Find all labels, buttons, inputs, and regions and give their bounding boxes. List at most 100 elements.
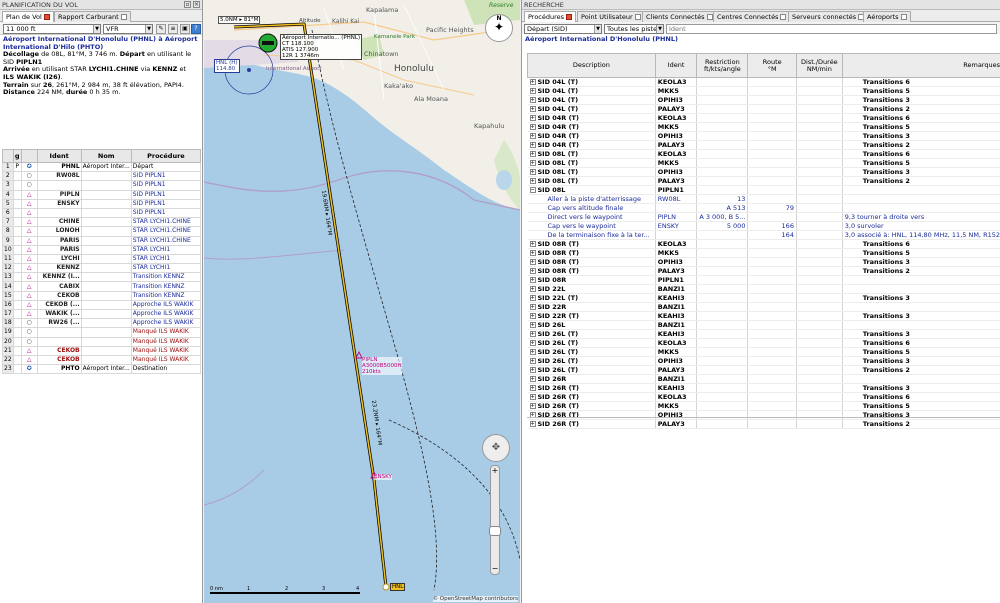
procedure-row[interactable]: + SID 26R (T) KEOLA3 Transitions 6 — [527, 392, 1000, 402]
expand-icon[interactable]: + — [529, 367, 536, 373]
procedure-row[interactable]: + SID 22L (T) KEAHI3 Transitions 3 — [527, 293, 1000, 303]
procedure-row[interactable]: + SID 26L (T) MKK5 Transitions 5 — [527, 347, 1000, 357]
procedure-row[interactable]: + SID 26R BANZI1 — [527, 374, 1000, 384]
col-route[interactable]: Route °M — [747, 53, 797, 78]
procedure-row[interactable]: + SID 22R BANZI1 — [527, 302, 1000, 312]
expand-icon[interactable]: + — [529, 385, 536, 391]
waypoint-hnl-icon[interactable] — [382, 583, 390, 591]
flight-plan-row[interactable]: 19 ○ Manqué ILS WAKIK — [2, 327, 202, 338]
col-ident[interactable]: Ident — [654, 53, 698, 78]
expand-icon[interactable]: + — [529, 358, 536, 364]
col-g[interactable]: g — [12, 149, 22, 163]
procedure-row[interactable]: + SID 04L (T) KEOLA3 Transitions 6 — [527, 77, 1000, 87]
expand-icon[interactable]: + — [529, 259, 536, 265]
zoom-in-button[interactable]: + — [491, 466, 499, 476]
flight-plan-row[interactable]: 5 △ ENSKY SID PIPLN1 — [2, 198, 202, 209]
pan-control[interactable]: ✥ — [482, 434, 510, 462]
flight-plan-row[interactable]: 3 ○ SID PIPLN1 — [2, 180, 202, 191]
expand-icon[interactable]: + — [529, 277, 536, 283]
expand-icon[interactable]: + — [529, 322, 536, 328]
procedure-row[interactable]: + SID 04L (T) PALAY3 Transitions 2 — [527, 104, 1000, 114]
expand-icon[interactable]: + — [529, 169, 536, 175]
expand-icon[interactable]: + — [529, 88, 536, 94]
expand-icon[interactable]: + — [529, 268, 536, 274]
flight-plan-row[interactable]: 20 ○ Manqué ILS WAKIK — [2, 336, 202, 347]
expand-icon[interactable]: + — [529, 394, 536, 400]
edit-icon[interactable]: ✎ — [156, 24, 166, 34]
flight-plan-row[interactable]: 11 △ LYCHI STAR LYCHI1 — [2, 253, 202, 265]
col-restriction[interactable]: Restriction ft/kts/angle — [696, 53, 749, 78]
procedure-row[interactable]: + SID 08R PIPLN1 — [527, 275, 1000, 285]
expand-icon[interactable]: + — [529, 331, 536, 337]
flight-plan-row[interactable]: 4 △ PIPLN SID PIPLN1 — [2, 189, 202, 200]
ident-search-input[interactable] — [666, 24, 997, 34]
flight-plan-row[interactable]: 1 P ✪ PHNL Aéroport Inter... Départ — [2, 161, 202, 173]
flight-rules-combo[interactable]: VFR ▼ — [103, 24, 153, 34]
procedure-row[interactable]: + SID 08R (T) KEOLA3 Transitions 6 — [527, 239, 1000, 249]
expand-icon[interactable]: + — [529, 241, 536, 247]
tab-close-icon[interactable] — [900, 14, 907, 20]
flight-plan-row[interactable]: 2 ○ RW08L SID PIPLN1 — [2, 171, 202, 182]
procedure-row[interactable]: + SID 04R (T) KEOLA3 Transitions 6 — [527, 113, 1000, 123]
col-name[interactable]: Nom — [80, 149, 132, 163]
list-icon[interactable]: ≡ — [168, 24, 178, 34]
expand-icon[interactable]: + — [529, 178, 536, 184]
procedure-row[interactable]: + SID 08L (T) MKK5 Transitions 5 — [527, 158, 1000, 168]
procedure-row[interactable]: + SID 04R (T) OPIHI3 Transitions 3 — [527, 131, 1000, 141]
expand-icon[interactable]: + — [529, 286, 536, 292]
expand-icon[interactable]: + — [529, 340, 536, 346]
expand-icon[interactable]: + — [529, 349, 536, 355]
tab-user-point[interactable]: Point Utilisateur — [577, 11, 645, 22]
procedure-leg-row[interactable]: Cap vers altitude finale A 513 79 — [527, 203, 1000, 213]
flight-plan-row[interactable]: 22 △ CEKOB Manqué ILS WAKIK — [2, 354, 202, 366]
expand-icon[interactable]: + — [529, 160, 536, 166]
procedure-row[interactable]: + SID 08L (T) OPIHI3 Transitions 3 — [527, 167, 1000, 177]
procedure-type-combo[interactable]: Départ (SID) ▼ — [524, 24, 602, 34]
procedure-row[interactable]: + SID 26L (T) PALAY3 Transitions 2 — [527, 365, 1000, 375]
col-description[interactable]: Description — [527, 53, 656, 78]
map-attribution[interactable]: © OpenStreetMap contributors — [432, 596, 518, 602]
flight-plan-row[interactable]: 9 △ PARIS STAR LYCHI1.CHINE — [2, 235, 202, 246]
procedure-row[interactable]: + SID 22R (T) KEAHI3 Transitions 3 — [527, 311, 1000, 321]
altitude-combo[interactable]: 11 000 ft ▼ — [3, 24, 101, 34]
procedure-row[interactable]: + SID 04L (T) OPIHI3 Transitions 3 — [527, 95, 1000, 105]
expand-icon[interactable]: + — [529, 304, 536, 310]
tab-close-icon[interactable] — [706, 14, 713, 20]
flight-plan-row[interactable]: 13 △ KENNZ (I... Transition KENNZ — [2, 272, 202, 283]
procedure-row[interactable]: + SID 26L BANZI1 — [527, 320, 1000, 330]
col-distance[interactable]: Dist./Durée NM/min — [795, 53, 843, 78]
expand-icon[interactable]: + — [529, 79, 536, 85]
procedure-row[interactable]: + SID 04L (T) MKK5 Transitions 5 — [527, 86, 1000, 96]
col-procedure[interactable]: Procédure — [130, 149, 202, 163]
flight-plan-row[interactable]: 12 △ KENNZ STAR LYCHI1 — [2, 263, 202, 274]
flight-plan-row[interactable]: 18 ○ RW26 (... Approche ILS WAKIK — [2, 318, 202, 329]
expand-icon[interactable]: + — [529, 133, 536, 139]
procedure-row[interactable]: − SID 08L PIPLN1 — [527, 185, 1000, 195]
col-ident[interactable]: Ident — [36, 149, 82, 163]
flight-plan-row[interactable]: 6 △ SID PIPLN1 — [2, 207, 202, 219]
procedure-row[interactable]: + SID 22L BANZI1 — [527, 284, 1000, 294]
col-remarks[interactable]: Remarques — [841, 53, 1000, 78]
expand-icon[interactable]: + — [529, 97, 536, 103]
expand-icon[interactable]: + — [529, 421, 536, 427]
procedure-row[interactable]: + SID 26R (T) OPIHI3 Transitions 3 — [527, 410, 1000, 420]
camera-icon[interactable]: ▣ — [180, 24, 190, 34]
expand-icon[interactable]: + — [529, 142, 536, 148]
tab-close-icon[interactable] — [780, 14, 787, 20]
expand-icon[interactable]: + — [529, 151, 536, 157]
procedure-row[interactable]: + SID 26L (T) KEAHI3 Transitions 3 — [527, 329, 1000, 339]
tab-fuel-report[interactable]: Rapport Carburant — [54, 11, 131, 22]
procedure-leg-row[interactable]: Aller à la piste d'atterrissage RW08L 13 — [527, 194, 1000, 204]
procedure-row[interactable]: + SID 08L (T) PALAY3 Transitions 2 — [527, 176, 1000, 186]
tab-close-icon[interactable] — [43, 14, 50, 20]
flight-plan-row[interactable]: 21 △ CEKOB Manqué ILS WAKIK — [2, 345, 202, 356]
procedure-row[interactable]: + SID 08R (T) PALAY3 Transitions 2 — [527, 266, 1000, 276]
runway-filter-combo[interactable]: Toutes les pistes ▼ — [604, 24, 664, 34]
procedure-leg-row[interactable]: Cap vers le waypoint ENSKY 5 000 166 3,0 sur… — [527, 221, 1000, 231]
tab-connected-clients[interactable]: Clients Connectés — [642, 11, 717, 22]
flight-plan-row[interactable]: 15 △ CEKOB Transition KENNZ — [2, 290, 202, 301]
procedure-row[interactable]: + SID 26L (T) OPIHI3 Transitions 3 — [527, 356, 1000, 366]
tab-close-icon[interactable] — [634, 14, 641, 20]
close-icon[interactable]: × — [193, 1, 200, 8]
expand-icon[interactable]: + — [529, 376, 536, 382]
